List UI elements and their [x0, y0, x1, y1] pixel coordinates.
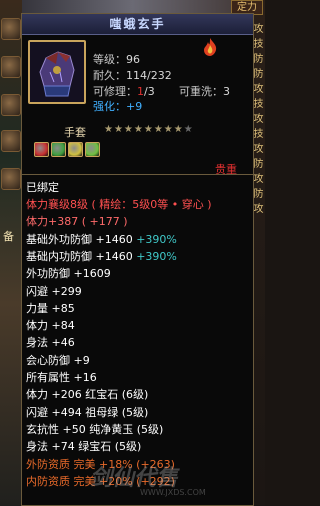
red-gem-icon — [34, 142, 49, 157]
attribute-row: 基础外功防御 +1460 +390% — [26, 233, 177, 246]
repairable-total: /3 — [144, 85, 155, 98]
attribute-row: 玄抗性 +50 纯净黄玉 (5级) — [26, 423, 163, 436]
left-slot-icon[interactable] — [1, 94, 21, 116]
attribute-text: 基础内功防御 +1460 — [26, 249, 137, 263]
left-avatar-icon[interactable] — [1, 18, 21, 40]
gauntlet-icon — [28, 40, 86, 104]
attribute-text: 身法 +74 绿宝石 (5级) — [26, 440, 142, 454]
item-type: 手套 — [64, 126, 86, 139]
attribute-row: 外功防御 +1609 — [26, 267, 111, 280]
attribute-row: 会心防御 +9 — [26, 354, 90, 367]
attribute-text: 力量 +85 — [26, 301, 75, 315]
game-top-strip — [0, 0, 265, 14]
divider — [22, 174, 253, 175]
left-equip-label[interactable]: 备 — [3, 228, 14, 244]
rewash-row: 可重洗：3 — [179, 85, 230, 98]
level-label: 等级： — [93, 53, 126, 66]
attribute-text: 体力+387 ( +177 ) — [26, 215, 128, 229]
watermark-url: WWW.JXDS.COM — [140, 488, 206, 497]
repairable-current: 1 — [137, 85, 144, 98]
lime-gem-icon — [85, 142, 100, 157]
repairable-row: 可修理：1/3 — [93, 85, 155, 98]
yellow-gem-icon — [68, 142, 83, 157]
attribute-row: 闪避 +494 祖母绿 (5级) — [26, 406, 148, 419]
attribute-row: 体力+387 ( +177 ) — [26, 215, 128, 228]
attribute-text: 体力襄级8级 ( 精绘：5级0等 • 穿心 ) — [26, 198, 212, 211]
attribute-text: 身法 +46 — [26, 336, 75, 350]
attribute-text: 闪避 +299 — [26, 284, 82, 298]
attribute-text: 基础外功防御 +1460 — [26, 232, 137, 246]
attribute-text: 玄抗性 +50 纯净黄玉 (5级) — [26, 422, 164, 436]
enhance-value: +9 — [126, 100, 143, 113]
item-name: 嗤蛾玄手 — [109, 17, 166, 31]
attribute-text: 外功防御 +1609 — [26, 267, 111, 281]
attribute-text: 闪避 +494 祖母绿 (5级) — [26, 405, 149, 419]
attribute-row: 身法 +46 — [26, 336, 75, 349]
attribute-bonus: +390% — [136, 249, 177, 263]
rewash-value: 3 — [223, 85, 230, 98]
level-value: 96 — [126, 53, 140, 66]
attribute-row: 所有属性 +16 — [26, 371, 97, 384]
attribute-row: 闪避 +299 — [26, 285, 82, 298]
tooltip-title-bar: 嗤蛾玄手 — [22, 14, 253, 35]
level-row: 等级：96 — [93, 53, 140, 66]
left-slot-icon[interactable] — [1, 168, 21, 190]
repairable-label: 可修理： — [93, 85, 137, 98]
attribute-text: 体力 +84 — [26, 319, 75, 333]
flame-seal-icon — [199, 36, 221, 58]
attribute-row: 力量 +85 — [26, 302, 75, 315]
star-rating: ★★★★★★★★★ — [104, 124, 194, 135]
item-tooltip: 嗤蛾玄手 等级：96 耐久：114/232 可修理：1/3 可重洗：3 强化：+… — [21, 13, 254, 506]
attribute-row: 体力襄级8级 ( 精绘：5级0等 • 穿心 ) — [26, 198, 212, 211]
stars-empty: ★ — [183, 124, 194, 135]
green-gem-icon — [51, 142, 66, 157]
attribute-row: 基础内功防御 +1460 +390% — [26, 250, 177, 263]
attribute-row: 体力 +84 — [26, 319, 75, 332]
durability-row: 耐久：114/232 — [93, 69, 172, 82]
attribute-text: 会心防御 +9 — [26, 353, 90, 367]
left-slot-icon[interactable] — [1, 130, 21, 152]
bound-status: 已绑定 — [26, 181, 59, 194]
durability-value: 114/232 — [126, 69, 172, 82]
stars-filled: ★★★★★★★★ — [104, 124, 184, 135]
left-slot-icon[interactable] — [1, 56, 21, 78]
attribute-text: 所有属性 +16 — [26, 371, 97, 384]
gem-sockets — [34, 142, 102, 160]
rewash-label: 可重洗： — [179, 85, 223, 98]
attribute-bonus: +390% — [136, 232, 177, 246]
enhance-row: 强化：+9 — [93, 100, 142, 113]
attribute-row: 体力 +206 红宝石 (6级) — [26, 388, 148, 401]
enhance-label: 强化： — [93, 100, 126, 113]
durability-label: 耐久： — [93, 69, 126, 82]
attribute-row: 身法 +74 绿宝石 (5级) — [26, 440, 141, 453]
attribute-text: 体力 +206 红宝石 (6级) — [26, 388, 149, 402]
